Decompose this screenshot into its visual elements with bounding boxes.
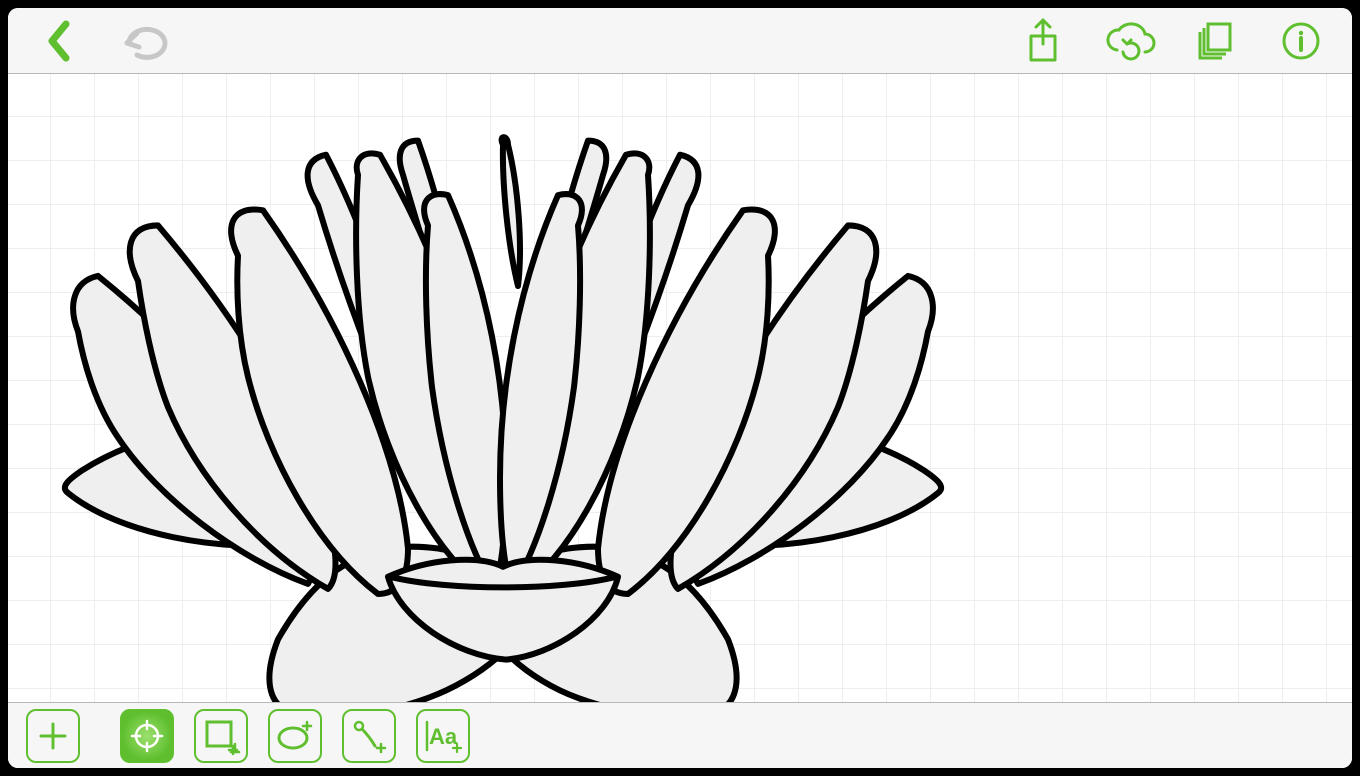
info-icon: [1281, 21, 1321, 61]
undo-button[interactable]: [112, 14, 178, 68]
layers-icon: [1194, 20, 1236, 62]
layers-button[interactable]: [1182, 14, 1248, 68]
cloud-sync-icon: [1101, 20, 1157, 62]
svg-text:Aa: Aa: [429, 724, 458, 749]
add-button[interactable]: [26, 709, 80, 763]
rectangle-tool-button[interactable]: [194, 709, 248, 763]
share-icon: [1024, 18, 1062, 64]
bottom-toolbar: Aa: [8, 702, 1352, 768]
select-tool-button[interactable]: [120, 709, 174, 763]
crosshair-icon: [130, 719, 164, 753]
top-toolbar: [8, 8, 1352, 74]
cloud-sync-button[interactable]: [1096, 14, 1162, 68]
app-frame: Aa: [8, 8, 1352, 768]
plus-icon: [38, 721, 68, 751]
undo-icon: [117, 21, 173, 61]
drawing-lotus: [8, 74, 1352, 702]
rectangle-icon: [203, 718, 239, 754]
pen-tool-button[interactable]: [342, 709, 396, 763]
pen-icon: [351, 718, 387, 754]
chevron-left-icon: [46, 20, 72, 62]
text-tool-button[interactable]: Aa: [416, 709, 470, 763]
share-button[interactable]: [1010, 14, 1076, 68]
ellipse-tool-button[interactable]: [268, 709, 322, 763]
canvas-area: [8, 74, 1352, 702]
canvas[interactable]: [8, 74, 1352, 702]
info-button[interactable]: [1268, 14, 1334, 68]
ellipse-icon: [275, 718, 315, 754]
text-icon: Aa: [423, 718, 463, 754]
back-button[interactable]: [26, 14, 92, 68]
